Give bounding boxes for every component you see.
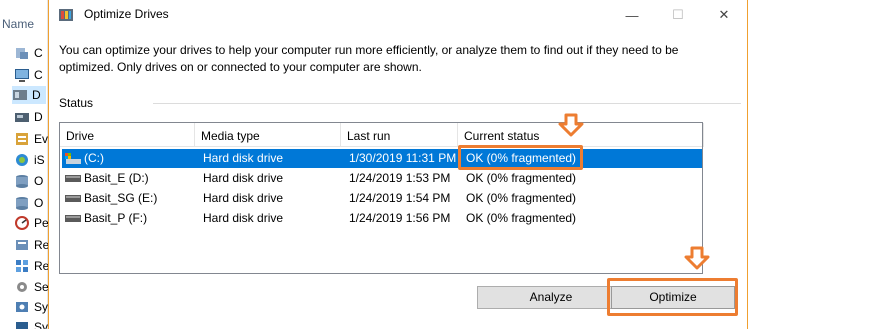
bg-list-item[interactable]: Se bbox=[14, 278, 48, 296]
drive-row-selected[interactable]: (C:) Hard disk drive 1/30/2019 11:31 PM … bbox=[62, 149, 702, 168]
down-arrow-icon bbox=[684, 246, 710, 270]
drive-status: OK (0% fragmented) bbox=[466, 191, 577, 205]
hard-drive-icon bbox=[65, 195, 81, 202]
odbc-icon bbox=[16, 197, 28, 210]
bg-item-label: C bbox=[34, 46, 43, 60]
system-info-icon bbox=[16, 322, 28, 329]
title-bar[interactable]: Optimize Drives — ☐ ✕ bbox=[49, 0, 747, 30]
bg-list-item[interactable]: O bbox=[14, 172, 48, 190]
status-divider bbox=[153, 103, 741, 104]
drive-name: Basit_E (D:) bbox=[84, 171, 149, 185]
drives-list[interactable]: Drive Media type Last run Current status… bbox=[59, 122, 704, 274]
optimize-drives-app-icon bbox=[59, 9, 73, 21]
window-title: Optimize Drives bbox=[84, 7, 169, 21]
down-arrow-icon bbox=[558, 113, 584, 137]
analyze-button[interactable]: Analyze bbox=[477, 286, 625, 309]
odbc-icon bbox=[16, 175, 28, 188]
recovery-icon bbox=[16, 240, 28, 250]
bg-list-item[interactable]: Re bbox=[14, 236, 48, 254]
bg-list-item[interactable]: Re bbox=[14, 257, 48, 275]
bg-item-label: iS bbox=[34, 153, 45, 167]
column-header-name[interactable]: Name bbox=[2, 17, 34, 31]
background-explorer-window: Name C C D D Ev iS O O Pe Re Re Se Sy Sy bbox=[0, 0, 48, 329]
event-viewer-icon bbox=[16, 133, 28, 145]
status-highlight-box bbox=[458, 145, 583, 170]
drive-row[interactable]: Basit_E (D:) Hard disk drive 1/24/2019 1… bbox=[62, 169, 702, 188]
bg-item-label: Pe bbox=[34, 216, 48, 230]
bg-item-label: D bbox=[32, 88, 41, 102]
drive-last-run: 1/24/2019 1:53 PM bbox=[349, 171, 451, 185]
drive-status: OK (0% fragmented) bbox=[466, 211, 577, 225]
bg-list-item[interactable]: Sy bbox=[14, 298, 48, 316]
drive-status: OK (0% fragmented) bbox=[466, 171, 577, 185]
bg-list-item[interactable]: C bbox=[14, 44, 48, 62]
bg-list-item[interactable]: Ev bbox=[14, 130, 48, 148]
bg-list-item[interactable]: iS bbox=[14, 151, 48, 169]
bg-list-item[interactable]: Sy bbox=[14, 318, 48, 329]
drive-last-run: 1/24/2019 1:54 PM bbox=[349, 191, 451, 205]
column-header-media-type[interactable]: Media type bbox=[195, 123, 341, 147]
bg-item-label: C bbox=[34, 68, 43, 82]
bg-item-label: D bbox=[34, 110, 43, 124]
bg-item-label: Re bbox=[34, 259, 48, 273]
computer-icon bbox=[15, 69, 29, 82]
services-icon bbox=[17, 282, 27, 292]
system-drive-icon bbox=[65, 153, 81, 164]
bg-item-label: O bbox=[34, 196, 44, 210]
drive-last-run: 1/24/2019 1:56 PM bbox=[349, 211, 451, 225]
drive-name: Basit_P (F:) bbox=[84, 211, 148, 225]
status-group-label: Status bbox=[59, 96, 94, 110]
drive-last-run: 1/30/2019 11:31 PM bbox=[349, 151, 457, 165]
bg-list-item[interactable]: O bbox=[14, 194, 48, 212]
bg-item-label: Re bbox=[34, 238, 48, 252]
disk-icon bbox=[15, 113, 29, 122]
hard-drive-icon bbox=[65, 215, 81, 222]
bg-item-label: O bbox=[34, 174, 44, 188]
drive-media-type: Hard disk drive bbox=[203, 151, 284, 165]
drive-row[interactable]: Basit_SG (E:) Hard disk drive 1/24/2019 … bbox=[62, 189, 702, 208]
hard-drive-icon bbox=[65, 175, 81, 182]
drive-row[interactable]: Basit_P (F:) Hard disk drive 1/24/2019 1… bbox=[62, 209, 702, 228]
registry-icon bbox=[16, 260, 28, 272]
optimize-highlight-box bbox=[607, 278, 738, 316]
drive-name: Basit_SG (E:) bbox=[84, 191, 158, 205]
bg-item-label: Se bbox=[34, 280, 48, 294]
defrag-icon bbox=[13, 90, 27, 100]
bg-list-item[interactable]: Pe bbox=[14, 214, 48, 232]
drive-media-type: Hard disk drive bbox=[203, 191, 284, 205]
program-icon bbox=[16, 48, 28, 59]
bg-list-item[interactable]: D bbox=[14, 108, 48, 126]
minimize-button[interactable]: — bbox=[609, 0, 655, 30]
drive-name: (C:) bbox=[84, 151, 104, 165]
maximize-button[interactable]: ☐ bbox=[655, 0, 701, 30]
system-config-icon bbox=[16, 302, 28, 312]
close-button[interactable]: ✕ bbox=[701, 0, 747, 30]
bg-item-label: Ev bbox=[34, 132, 48, 146]
iscsi-icon bbox=[16, 154, 28, 166]
description-text: You can optimize your drives to help you… bbox=[59, 43, 679, 74]
list-header: Drive Media type Last run Current status bbox=[60, 123, 704, 147]
column-header-last-run[interactable]: Last run bbox=[341, 123, 458, 147]
bg-list-item-selected[interactable]: D bbox=[12, 86, 46, 104]
bg-item-label: Sy bbox=[34, 300, 48, 314]
column-header-drive[interactable]: Drive bbox=[60, 123, 195, 147]
bg-item-label: Sy bbox=[34, 320, 48, 329]
bg-list-item[interactable]: C bbox=[14, 66, 48, 84]
drive-media-type: Hard disk drive bbox=[203, 171, 284, 185]
drive-media-type: Hard disk drive bbox=[203, 211, 284, 225]
performance-icon bbox=[15, 216, 29, 230]
